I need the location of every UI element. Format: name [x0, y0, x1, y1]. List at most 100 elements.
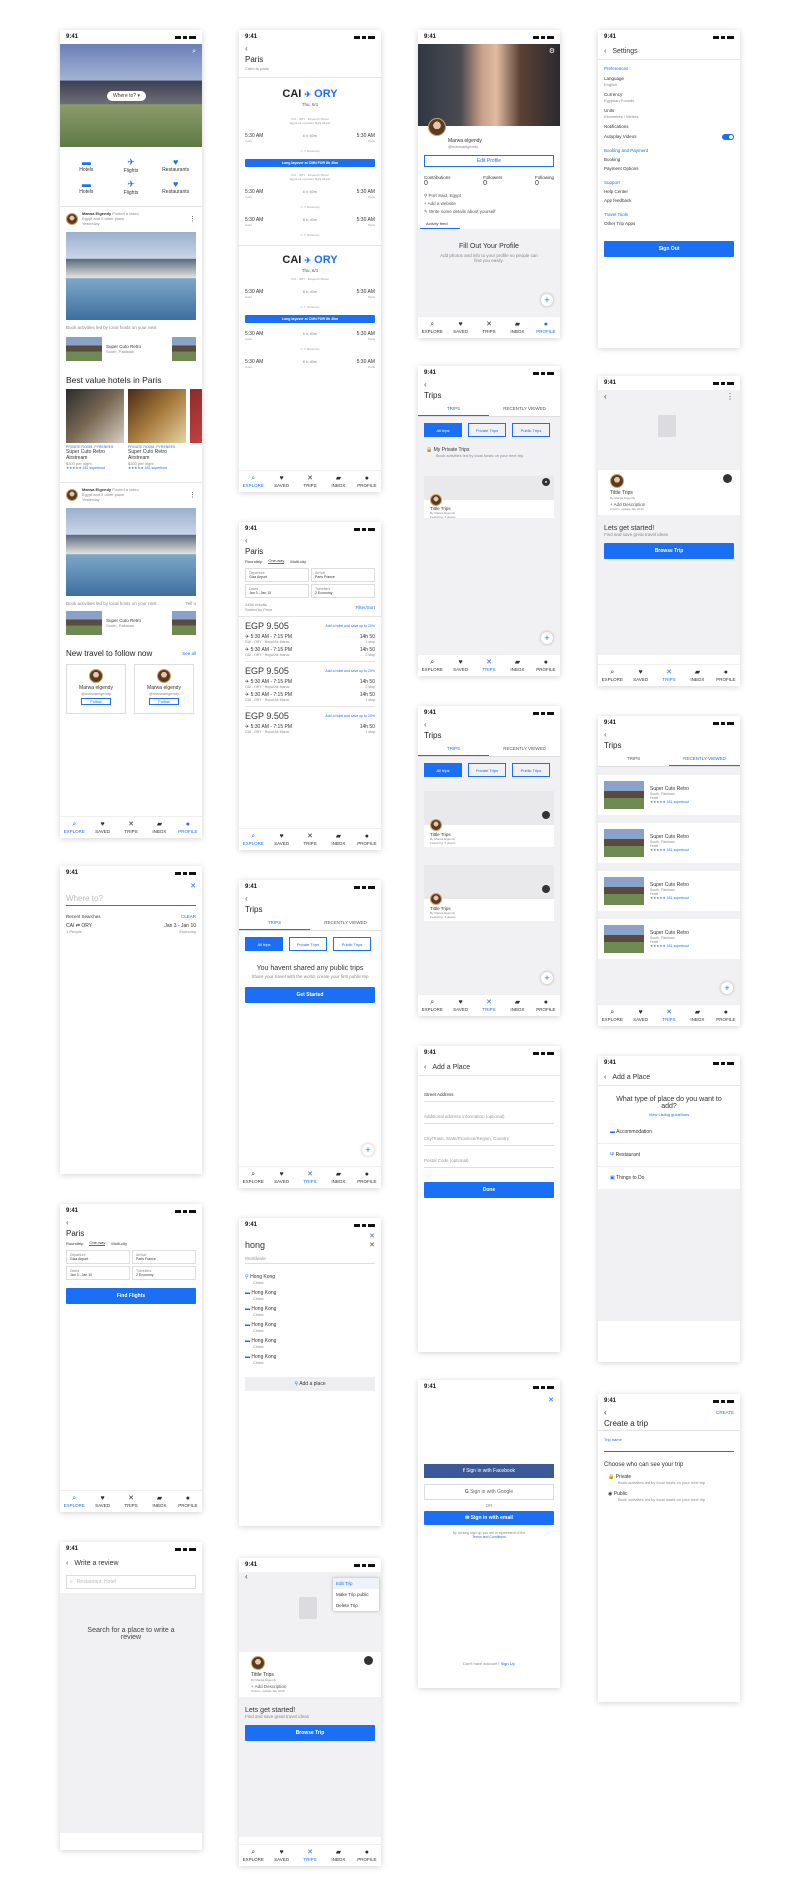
tab-recently-viewed[interactable]: RECENTLY VIEWED	[310, 916, 381, 930]
nav-inbox[interactable]: ▰ INBOX	[324, 1167, 352, 1188]
place-result[interactable]: ⚲ Hong Kong China	[245, 1274, 375, 1285]
hotel-mini-card[interactable]: Super Cuto Retro South, Pakistan	[60, 333, 202, 365]
nav-explore[interactable]: ⌕ EXPLORE	[598, 1005, 626, 1026]
back-icon[interactable]: ‹	[239, 894, 381, 903]
settings-payment[interactable]: Payment Options	[604, 166, 734, 172]
edit-profile-button[interactable]: Edit Profile	[424, 155, 554, 167]
nav-saved[interactable]: ♥ SAVED	[446, 995, 474, 1016]
guidelines-link[interactable]: View Listing guidelines	[610, 1112, 728, 1117]
nav-saved[interactable]: ♥ SAVED	[267, 471, 295, 492]
facebook-button[interactable]: f Sign in with Facebook	[424, 1464, 554, 1478]
add-fab[interactable]: +	[362, 1144, 374, 1156]
tab-trips[interactable]: TRIPS	[598, 752, 669, 766]
close-icon[interactable]: ✕	[239, 1232, 381, 1240]
nav-profile[interactable]: ● PROFILE	[174, 817, 202, 838]
nav-explore[interactable]: ⌕ EXPLORE	[239, 1167, 267, 1188]
nav-trips[interactable]: ✕ TRIPS	[655, 665, 683, 686]
tab-trips[interactable]: TRIPS	[239, 916, 310, 930]
tab-roundtrip[interactable]: Roundtrip	[66, 1241, 83, 1246]
see-all-link[interactable]: See all	[182, 651, 196, 656]
nav-inbox[interactable]: ▰ INBOX	[145, 817, 173, 838]
nav-explore[interactable]: ⌕ EXPLORE	[418, 655, 446, 676]
nav-trips[interactable]: ✕ TRIPS	[475, 655, 503, 676]
flight-segment[interactable]: CAI - ORY · Royal Air Maroc Egypt Air ope…	[239, 117, 381, 153]
nav-profile[interactable]: ● PROFILE	[353, 1845, 381, 1866]
pill-all[interactable]: All trips	[245, 937, 283, 951]
tab-one-way[interactable]: One-way	[268, 558, 285, 564]
add-fab[interactable]: +	[721, 982, 733, 994]
search-icon[interactable]: ⌕	[192, 48, 196, 56]
pill-private[interactable]: Private Trips	[468, 763, 506, 777]
close-icon[interactable]: ✕	[60, 880, 202, 892]
category-flights[interactable]: ✈ Flights	[109, 157, 154, 174]
where-to-button[interactable]: Where to? ▾	[107, 91, 146, 101]
trip-card[interactable]: Tittle Trips By Marwa Elgendy Featuring: 3…	[424, 791, 554, 847]
autoplay-toggle[interactable]	[722, 134, 734, 140]
nav-explore[interactable]: ⌕ EXPLORE	[239, 1845, 267, 1866]
dates-field[interactable]: Dates Jan 3 - Jan 10	[245, 584, 309, 598]
category-restaurants[interactable]: ♥ Restaurants	[153, 157, 198, 174]
tab-one-way[interactable]: One-way	[89, 1240, 106, 1246]
hotel-mini-card-2[interactable]: Super Cuto Retro South, Pakistan	[60, 609, 202, 637]
nav-saved[interactable]: ♥ SAVED	[446, 655, 474, 676]
place-result[interactable]: ▬ Hong Kong China	[245, 1306, 375, 1317]
arrival-field[interactable]: Arrival Paris France	[311, 568, 375, 582]
settings-feedback[interactable]: App feedback	[604, 198, 734, 204]
more-icon[interactable]: ⋮	[189, 215, 196, 223]
flight-segment[interactable]: CAI - ORY · Royal Air Maroc Egypt Air ope…	[239, 173, 381, 209]
departure-field[interactable]: Departure Giza Airport	[245, 568, 309, 582]
nav-saved[interactable]: ♥ SAVED	[446, 317, 474, 338]
sign-up-link[interactable]: Sign Up	[501, 1661, 515, 1666]
done-button[interactable]: Done	[424, 1182, 554, 1198]
pill-public[interactable]: Public Trips	[512, 423, 550, 437]
nav-saved[interactable]: ♥ SAVED	[267, 1167, 295, 1188]
tab-recently-viewed[interactable]: RECENTLY VIEWED	[669, 752, 740, 766]
nav-explore[interactable]: ⌕ EXPLORE	[239, 829, 267, 850]
avatar[interactable]	[428, 118, 446, 136]
back-icon[interactable]: ‹	[424, 1064, 426, 1071]
settings-booking[interactable]: Booking	[604, 157, 734, 163]
find-flights-button[interactable]: Find Flights	[66, 1288, 196, 1304]
settings-currency[interactable]: Currency Egyptian Pounds	[604, 92, 734, 104]
category-hotels[interactable]: ▬ Hotels	[64, 157, 109, 174]
nav-inbox[interactable]: ▰ INBOX	[324, 829, 352, 850]
gear-icon[interactable]: ⚙	[549, 47, 555, 55]
category-flights-2[interactable]: ✈ Flights	[109, 179, 154, 196]
review-search-input[interactable]: ⌕ Restaurant, Hotel	[66, 1575, 196, 1589]
tab-recently-viewed[interactable]: RECENTLY VIEWED	[489, 742, 560, 756]
nav-saved[interactable]: ♥ SAVED	[626, 1005, 654, 1026]
nav-trips[interactable]: ✕ TRIPS	[475, 317, 503, 338]
back-icon[interactable]: ‹	[604, 1074, 606, 1081]
recent-item[interactable]: Super Cuto Retro South, Pakistan Hotel ★★★★…	[598, 919, 740, 959]
trip-card[interactable]: ● Tittle Trips By Marwa Elgendy Featuring: …	[424, 476, 554, 519]
post-image-2[interactable]	[66, 508, 196, 596]
nav-explore[interactable]: ⌕ EXPLORE	[60, 1491, 88, 1512]
departure-field[interactable]: Departure Giza Airport	[66, 1250, 130, 1264]
flight-segment[interactable]: CAI - ORY · Royal Air Maroc 5:30 AM 6 h 40…	[239, 277, 381, 309]
nav-saved[interactable]: ♥ SAVED	[88, 817, 116, 838]
post-image[interactable]	[66, 232, 196, 320]
nav-profile[interactable]: ● PROFILE	[353, 471, 381, 492]
sign-out-button[interactable]: Sign Out	[604, 241, 734, 257]
nav-inbox[interactable]: ▰ INBOX	[683, 665, 711, 686]
nav-explore[interactable]: ⌕ EXPLORE	[239, 471, 267, 492]
back-icon[interactable]: ‹	[604, 1408, 607, 1417]
tab-activity-feed[interactable]: Activity feed	[420, 219, 460, 229]
settings-other-apps[interactable]: Other Trip Apps	[604, 221, 734, 227]
follow-button[interactable]: Follow	[81, 698, 111, 705]
browse-trip-button[interactable]: Browse Trip	[245, 1725, 375, 1741]
google-button[interactable]: G Sign in with Google	[424, 1484, 554, 1500]
tab-roundtrip[interactable]: Roundtrip	[245, 559, 262, 564]
postal-input[interactable]: Postal Code (optional)	[424, 1154, 554, 1168]
add-fab[interactable]: +	[541, 294, 553, 306]
nav-profile[interactable]: ● PROFILE	[532, 655, 560, 676]
clear-icon[interactable]: ✕	[369, 1241, 375, 1249]
option-private[interactable]: 🔒 Private Book activities led by local ho…	[598, 1472, 740, 1487]
nav-profile[interactable]: ● PROFILE	[532, 995, 560, 1016]
nav-inbox[interactable]: ▰ INBOX	[503, 995, 531, 1016]
nav-explore[interactable]: ⌕ EXPLORE	[418, 317, 446, 338]
add-place-button[interactable]: ⚲ Add a place	[245, 1377, 375, 1391]
back-icon[interactable]: ‹	[598, 730, 740, 739]
nav-saved[interactable]: ♥ SAVED	[88, 1491, 116, 1512]
pill-all[interactable]: All trips	[424, 423, 462, 437]
